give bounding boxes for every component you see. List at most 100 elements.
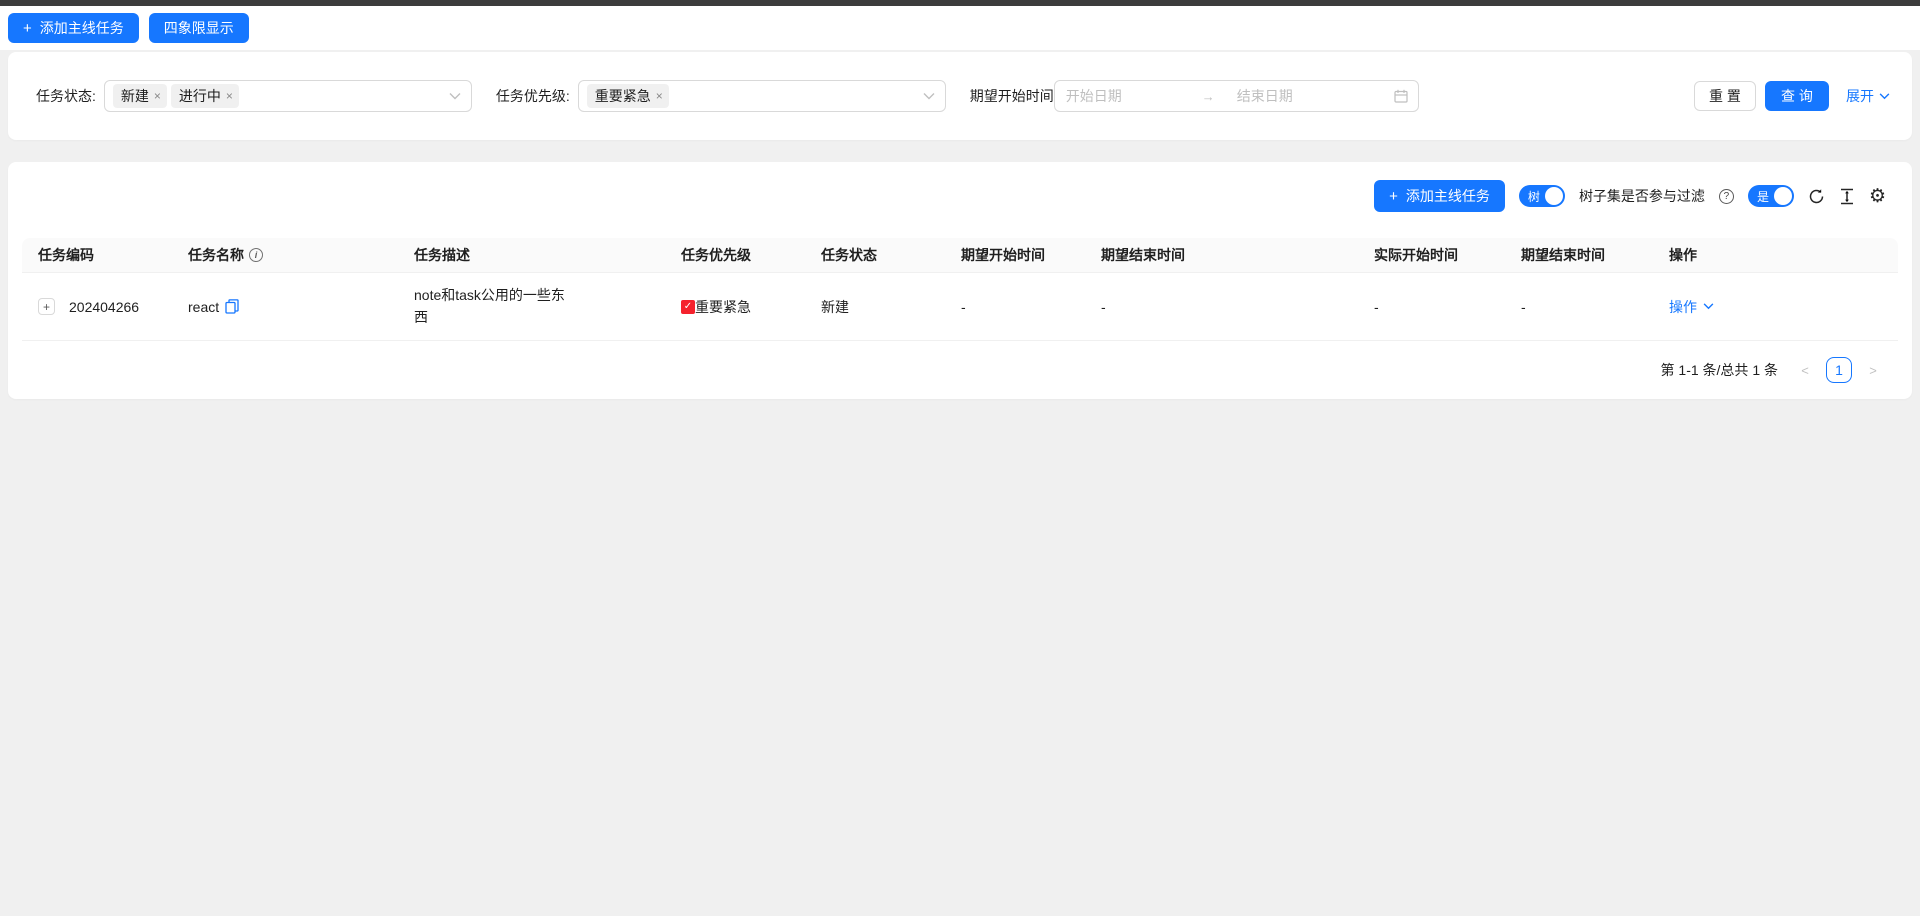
task-priority-select[interactable]: 重要紧急 × xyxy=(578,80,946,112)
switch-knob xyxy=(1545,187,1563,205)
expand-label: 展开 xyxy=(1846,86,1874,106)
pagination-page-1[interactable]: 1 xyxy=(1826,357,1852,383)
expand-toggle-link[interactable]: 展开 xyxy=(1846,86,1890,106)
range-arrow-icon: → xyxy=(1202,89,1215,104)
tree-mode-switch[interactable]: 树 xyxy=(1519,185,1565,207)
tree-switch-label: 树 xyxy=(1528,188,1540,205)
expect-end-2-value: - xyxy=(1521,299,1526,315)
settings-gear-icon[interactable]: ⚙ xyxy=(1869,187,1886,206)
plus-icon: + xyxy=(23,21,32,36)
task-desc-value: note和task公用的一些东西 xyxy=(414,285,576,328)
status-tag-new: 新建 × xyxy=(113,84,167,108)
status-value: 新建 xyxy=(821,299,849,315)
tag-remove-icon[interactable]: × xyxy=(656,90,663,102)
filter-actions: 重 置 查 询 展开 xyxy=(1694,81,1890,111)
task-name-value: react xyxy=(188,299,219,315)
status-tag-new-label: 新建 xyxy=(121,86,149,106)
cell-task-status: 新建 xyxy=(805,273,945,341)
cell-actual-start: - xyxy=(1358,273,1505,341)
th-expect-end: 期望结束时间 xyxy=(1085,238,1358,273)
tree-filter-text: 树子集是否参与过滤 xyxy=(1579,186,1705,206)
row-action-dropdown[interactable]: 操作 xyxy=(1669,297,1714,317)
row-action-label: 操作 xyxy=(1669,297,1697,317)
calendar-icon xyxy=(1394,89,1408,103)
task-code-value: 202404266 xyxy=(69,299,139,315)
th-task-status: 任务状态 xyxy=(805,238,945,273)
task-status-label: 任务状态: xyxy=(36,86,96,106)
chevron-down-icon xyxy=(1879,93,1890,100)
row-expand-icon[interactable]: + xyxy=(38,298,55,315)
add-main-task-label: 添加主线任务 xyxy=(40,18,124,38)
priority-tag-label: 重要紧急 xyxy=(595,86,651,106)
plus-icon: + xyxy=(1389,189,1398,204)
cell-expect-end: - xyxy=(1085,273,1358,341)
pagination: 第 1-1 条/总共 1 条 < 1 > xyxy=(22,357,1898,383)
filter-panel: 任务状态: 新建 × 进行中 × 任务优先级: 重要紧急 × xyxy=(8,52,1912,140)
th-task-code: 任务编码 xyxy=(22,238,172,273)
top-button-strip: + 添加主线任务 四象限显示 xyxy=(0,6,1920,50)
quadrant-display-button[interactable]: 四象限显示 xyxy=(149,13,249,43)
tag-remove-icon[interactable]: × xyxy=(226,90,233,102)
add-main-task-table-label: 添加主线任务 xyxy=(1406,186,1490,206)
expect-start-time-label: 期望开始时间 xyxy=(970,86,1054,106)
switch-knob xyxy=(1774,187,1792,205)
expect-end-value: - xyxy=(1101,299,1106,315)
filter-expect-start-time: 期望开始时间 → xyxy=(970,80,1419,112)
info-circle-icon[interactable]: i xyxy=(249,248,263,262)
tag-remove-icon[interactable]: × xyxy=(154,90,161,102)
table-row: + 202404266 react note和task公用的一些东西 xyxy=(22,273,1898,341)
actual-start-value: - xyxy=(1374,299,1379,315)
pagination-prev-button[interactable]: < xyxy=(1792,357,1818,383)
th-task-priority: 任务优先级 xyxy=(665,238,805,273)
priority-value: 重要紧急 xyxy=(695,297,751,317)
refresh-icon[interactable] xyxy=(1808,188,1825,205)
th-expect-start: 期望开始时间 xyxy=(945,238,1085,273)
table-toolbar: + 添加主线任务 树 树子集是否参与过滤 ? 是 ⚙ xyxy=(22,180,1898,212)
chevron-down-icon xyxy=(1703,303,1714,310)
reset-button[interactable]: 重 置 xyxy=(1694,81,1756,111)
cell-expect-start: - xyxy=(945,273,1085,341)
question-circle-icon[interactable]: ? xyxy=(1719,189,1734,204)
th-expect-end-2: 期望结束时间 xyxy=(1505,238,1653,273)
reset-label: 重 置 xyxy=(1709,86,1741,106)
chevron-down-icon xyxy=(923,92,935,100)
pagination-total-text: 第 1-1 条/总共 1 条 xyxy=(1661,360,1778,380)
task-table-panel: + 添加主线任务 树 树子集是否参与过滤 ? 是 ⚙ 任务编码 xyxy=(8,162,1912,399)
status-tag-inprogress-label: 进行中 xyxy=(179,86,221,106)
date-range-picker[interactable]: → xyxy=(1054,80,1419,112)
expect-start-value: - xyxy=(961,299,966,315)
cell-task-name: react xyxy=(172,273,398,341)
add-main-task-button[interactable]: + 添加主线任务 xyxy=(8,13,139,43)
column-height-icon[interactable] xyxy=(1839,188,1855,205)
th-actions: 操作 xyxy=(1653,238,1898,273)
start-date-input[interactable] xyxy=(1066,88,1196,104)
add-main-task-button-table[interactable]: + 添加主线任务 xyxy=(1374,180,1505,212)
end-date-input[interactable] xyxy=(1237,88,1367,104)
task-table: 任务编码 任务名称 i 任务描述 任务优先级 任务状态 期望开始时间 期望结束时… xyxy=(22,238,1898,341)
search-button[interactable]: 查 询 xyxy=(1765,81,1829,111)
th-task-name-label: 任务名称 xyxy=(188,245,244,265)
cell-expect-end-2: - xyxy=(1505,273,1653,341)
filter-task-priority: 任务优先级: 重要紧急 × xyxy=(496,80,946,112)
search-label: 查 询 xyxy=(1781,86,1813,106)
table-header-row: 任务编码 任务名称 i 任务描述 任务优先级 任务状态 期望开始时间 期望结束时… xyxy=(22,238,1898,273)
yes-switch-label: 是 xyxy=(1757,188,1769,205)
quadrant-display-label: 四象限显示 xyxy=(164,18,234,38)
cell-task-desc: note和task公用的一些东西 xyxy=(398,273,665,341)
tree-filter-switch[interactable]: 是 xyxy=(1748,185,1794,207)
priority-tag-important-urgent: 重要紧急 × xyxy=(587,84,669,108)
task-priority-label: 任务优先级: xyxy=(496,86,570,106)
pagination-next-button[interactable]: > xyxy=(1860,357,1886,383)
status-tag-inprogress: 进行中 × xyxy=(171,84,239,108)
th-task-name: 任务名称 i xyxy=(172,238,398,273)
chevron-down-icon xyxy=(449,92,461,100)
filter-task-status: 任务状态: 新建 × 进行中 × xyxy=(36,80,472,112)
cell-task-code: + 202404266 xyxy=(22,273,172,341)
priority-checkbox-icon: ✓ xyxy=(681,300,695,314)
cell-task-priority: ✓ 重要紧急 xyxy=(665,273,805,341)
task-status-select[interactable]: 新建 × 进行中 × xyxy=(104,80,472,112)
th-actual-start: 实际开始时间 xyxy=(1358,238,1505,273)
th-task-desc: 任务描述 xyxy=(398,238,665,273)
cell-actions: 操作 xyxy=(1653,273,1898,341)
copy-icon[interactable] xyxy=(225,299,239,314)
